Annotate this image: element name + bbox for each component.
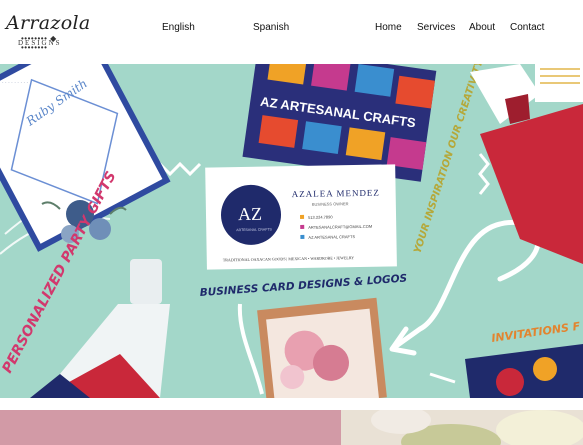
nav-about-link[interactable]: About [469,22,495,33]
hero-banner-image: · · · · · · · · · Ruby Smith AZ ARTESANA… [0,64,583,398]
site-header: Arrazola •••••••• ◆ •••••••• DESIGNS Eng… [0,0,583,64]
nav-contact-link[interactable]: Contact [510,22,544,33]
pink-section-block [0,410,341,445]
language-spanish-link[interactable]: Spanish [253,22,289,33]
owner-name: AZALEA MENDEZ [292,188,380,200]
monogram-subtitle: ARTESANAL CRAFTS [236,227,272,232]
floral-section-image [341,410,583,445]
site-logo[interactable]: Arrazola •••••••• ◆ •••••••• DESIGNS [4,12,90,52]
language-english-link[interactable]: English [162,22,195,33]
nav-services-link[interactable]: Services [417,22,455,33]
monogram-text: AZ [238,204,262,224]
owner-title: BUSINESS OWNER [312,201,349,207]
card-phone: 513.224.7890 [308,214,333,219]
nav-home-link[interactable]: Home [375,22,402,33]
card-social: AZ ARTESANAL CRAFTS [308,234,355,240]
logo-script-text: Arrazola [6,12,91,34]
logo-subtitle: DESIGNS [18,39,62,47]
svg-text:· · · · · · · · ·: · · · · · · · · · [2,80,28,86]
